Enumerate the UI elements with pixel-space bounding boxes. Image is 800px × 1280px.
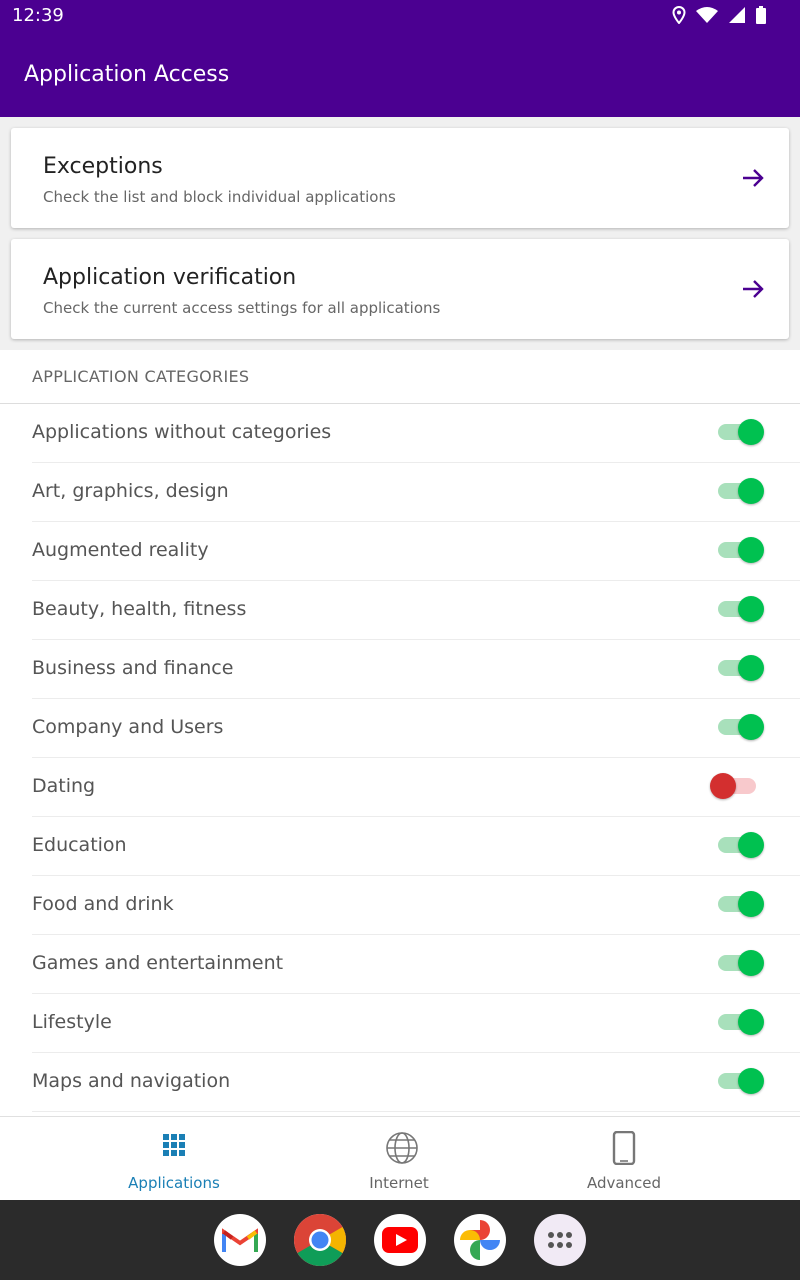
category-toggle[interactable] <box>718 1009 764 1035</box>
category-row: Games and entertainment <box>32 935 800 994</box>
category-toggle[interactable] <box>718 596 764 622</box>
section-header: APPLICATION CATEGORIES <box>0 350 800 404</box>
card-subtitle: Check the current access settings for al… <box>43 299 441 317</box>
app-drawer[interactable] <box>534 1214 586 1266</box>
category-label: Beauty, health, fitness <box>32 598 247 620</box>
youtube-icon <box>382 1227 418 1253</box>
category-row: Food and drink <box>32 876 800 935</box>
nav-label: Advanced <box>586 1174 662 1192</box>
globe-icon <box>386 1132 418 1164</box>
nav-label: Applications <box>128 1174 220 1192</box>
categories-list[interactable]: APPLICATION CATEGORIES Applications with… <box>0 350 800 1116</box>
battery-icon <box>756 6 766 24</box>
category-row: Applications without categories <box>32 404 800 463</box>
location-icon <box>672 6 686 24</box>
toggle-thumb <box>738 1009 764 1035</box>
phone-icon <box>612 1131 636 1165</box>
category-row: Company and Users <box>32 699 800 758</box>
category-toggle[interactable] <box>718 1068 764 1094</box>
category-toggle[interactable] <box>718 891 764 917</box>
category-toggle[interactable] <box>718 714 764 740</box>
status-time: 12:39 <box>12 5 64 26</box>
app-drawer-icon <box>548 1232 572 1248</box>
toggle-thumb <box>738 714 764 740</box>
toggle-thumb <box>738 419 764 445</box>
card-subtitle: Check the list and block individual appl… <box>43 188 396 206</box>
nav-label: Internet <box>369 1174 429 1192</box>
card-title: Exceptions <box>43 154 163 179</box>
category-label: Dating <box>32 775 96 797</box>
category-toggle[interactable] <box>718 832 764 858</box>
nav-advanced[interactable]: Advanced <box>524 1117 724 1201</box>
toggle-thumb <box>738 655 764 681</box>
category-toggle[interactable] <box>718 478 764 504</box>
category-row: Dating <box>32 758 800 817</box>
category-toggle[interactable] <box>718 537 764 563</box>
category-label: Art, graphics, design <box>32 480 229 502</box>
chrome-icon <box>294 1214 346 1266</box>
toggle-thumb <box>738 478 764 504</box>
bottom-navigation: Applications Internet Advanced <box>0 1116 800 1200</box>
toggle-thumb <box>738 832 764 858</box>
youtube-app[interactable] <box>374 1214 426 1266</box>
category-label: Games and entertainment <box>32 952 284 974</box>
category-row: Maps and navigation <box>32 1053 800 1112</box>
category-label: Applications without categories <box>32 421 332 443</box>
gmail-icon <box>222 1228 258 1252</box>
toggle-thumb <box>710 773 736 799</box>
category-row: Beauty, health, fitness <box>32 581 800 640</box>
category-toggle[interactable] <box>710 773 756 799</box>
category-row: Lifestyle <box>32 994 800 1053</box>
system-dock <box>0 1200 800 1280</box>
status-icons <box>672 6 766 24</box>
category-toggle[interactable] <box>718 655 764 681</box>
arrow-right-icon <box>743 169 764 187</box>
category-label: Maps and navigation <box>32 1070 231 1092</box>
category-toggle[interactable] <box>718 419 764 445</box>
photos-icon <box>460 1220 500 1260</box>
signal-icon <box>729 7 745 23</box>
category-label: Food and drink <box>32 893 174 915</box>
app-bar: 12:39 Application Access <box>0 0 800 117</box>
category-row: Education <box>32 817 800 876</box>
category-label: Company and Users <box>32 716 224 738</box>
chrome-app[interactable] <box>294 1214 346 1266</box>
toggle-thumb <box>738 1068 764 1094</box>
toggle-thumb <box>738 596 764 622</box>
category-label: Business and finance <box>32 657 234 679</box>
nav-internet[interactable]: Internet <box>299 1117 499 1201</box>
card-title: Application verification <box>43 265 297 290</box>
photos-app[interactable] <box>454 1214 506 1266</box>
toggle-thumb <box>738 891 764 917</box>
category-label: Lifestyle <box>32 1011 112 1033</box>
category-label: Education <box>32 834 127 856</box>
wifi-icon <box>696 7 718 23</box>
page-title: Application Access <box>24 62 230 87</box>
category-label: Augmented reality <box>32 539 209 561</box>
category-row: Business and finance <box>32 640 800 699</box>
grid-icon <box>163 1134 185 1156</box>
category-toggle[interactable] <box>718 950 764 976</box>
application-verification-card[interactable]: Application verification Check the curre… <box>11 239 789 339</box>
nav-applications[interactable]: Applications <box>74 1117 274 1201</box>
arrow-right-icon <box>743 280 764 298</box>
toggle-thumb <box>738 537 764 563</box>
toggle-thumb <box>738 950 764 976</box>
exceptions-card[interactable]: Exceptions Check the list and block indi… <box>11 128 789 228</box>
category-row: Augmented reality <box>32 522 800 581</box>
gmail-app[interactable] <box>214 1214 266 1266</box>
category-row: Art, graphics, design <box>32 463 800 522</box>
